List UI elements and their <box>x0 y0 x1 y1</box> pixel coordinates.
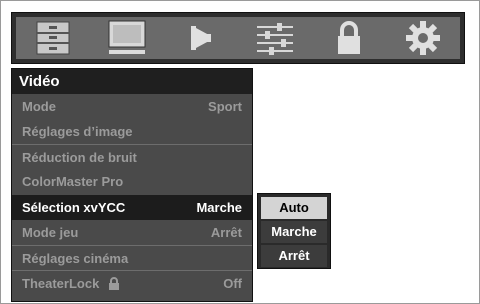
menu-item-value: Off <box>223 275 242 291</box>
menu-item-value: Sport <box>208 99 242 114</box>
menu-item-value: Marche <box>196 200 242 215</box>
lock-icon <box>108 276 119 290</box>
menu-item-label: Mode <box>22 99 56 114</box>
menu-item-noise-reduction[interactable]: Réduction de bruit <box>12 144 252 169</box>
picture-monitor-icon <box>108 20 146 54</box>
option-on[interactable]: Marche <box>261 221 327 243</box>
tab-options[interactable] <box>395 18 451 58</box>
gear-icon <box>406 21 440 55</box>
audio-speaker-icon <box>191 26 211 50</box>
tab-setup[interactable] <box>25 18 81 58</box>
tab-picture[interactable] <box>99 18 155 58</box>
menu-title: Vidéo <box>12 69 252 94</box>
menu-item-game-mode[interactable]: Mode jeu Arrêt <box>12 220 252 245</box>
tab-adjustments[interactable] <box>247 18 303 58</box>
menu-item-label: Sélection xvYCC <box>22 200 126 215</box>
menu-item-label: Réduction de bruit <box>22 149 137 165</box>
adjustment-sliders-icon <box>257 23 293 55</box>
menu-item-mode[interactable]: Mode Sport <box>12 94 252 119</box>
menu-item-xvycc-selection[interactable]: Sélection xvYCC Marche <box>12 195 252 220</box>
top-icon-bar <box>11 12 465 64</box>
menu-item-value: Arrêt <box>210 225 242 240</box>
icon-bar-inner <box>16 17 460 59</box>
option-off[interactable]: Arrêt <box>261 245 327 267</box>
menu-item-label: Mode jeu <box>22 225 79 240</box>
menu-item-theaterlock[interactable]: TheaterLock Off <box>12 270 252 295</box>
lock-icon <box>338 21 360 54</box>
menu-item-cinema-settings[interactable]: Réglages cinéma <box>12 245 252 270</box>
menu-item-colormaster-pro[interactable]: ColorMaster Pro <box>12 169 252 194</box>
tab-lock[interactable] <box>321 18 377 58</box>
menu-item-label-group: TheaterLock <box>22 271 120 296</box>
tab-sound[interactable] <box>173 18 229 58</box>
menu-item-label: Réglages cinéma <box>22 250 129 266</box>
menu-item-label: ColorMaster Pro <box>22 174 124 189</box>
video-menu-panel: Vidéo Mode Sport Réglages d’image Réduct… <box>11 68 253 302</box>
option-auto[interactable]: Auto <box>261 197 327 219</box>
settings-menu-icon <box>36 21 70 55</box>
menu-item-label: Réglages d’image <box>22 124 133 139</box>
xvycc-options-submenu: Auto Marche Arrêt <box>257 193 331 269</box>
menu-item-label: TheaterLock <box>22 275 100 291</box>
menu-item-picture-settings[interactable]: Réglages d’image <box>12 119 252 144</box>
